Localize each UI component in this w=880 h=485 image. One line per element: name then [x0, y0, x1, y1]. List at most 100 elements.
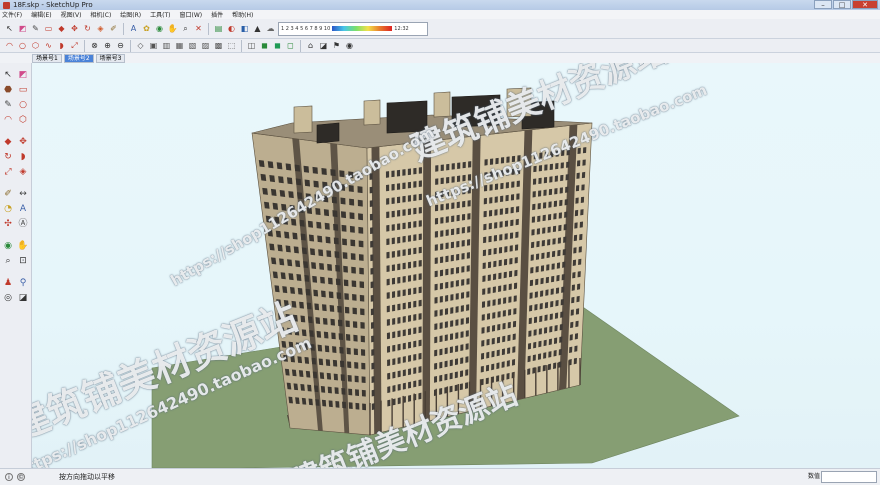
styles-button[interactable]: ◧ — [239, 23, 250, 34]
polygon-button[interactable]: ⬡ — [17, 114, 29, 126]
polygon-button[interactable]: ⬡ — [30, 40, 41, 51]
wireframe-button[interactable]: ⬚ — [226, 40, 237, 51]
dimension-button[interactable]: ↔ — [17, 188, 29, 200]
orbit-button[interactable]: ◉ — [2, 240, 14, 252]
freehand-button[interactable]: ∿ — [43, 40, 54, 51]
subtract-button[interactable]: ⊖ — [115, 40, 126, 51]
front-view-button[interactable]: ▥ — [161, 40, 172, 51]
window — [466, 239, 471, 246]
zoom-button[interactable]: ⌕ — [2, 255, 14, 267]
paint-bucket-button[interactable]: ⬣ — [2, 84, 14, 96]
menu-item[interactable]: 插件 — [211, 10, 223, 19]
follow-me-button[interactable]: ◗ — [17, 151, 29, 163]
shadows-button[interactable]: ▲ — [252, 23, 263, 34]
scene-tab[interactable]: 场景号1 — [32, 53, 62, 63]
textured-button[interactable]: ◼ — [272, 40, 283, 51]
top-view-button[interactable]: ▣ — [148, 40, 159, 51]
position-camera-button[interactable]: ♟ — [2, 277, 14, 289]
rotate-button[interactable]: ↻ — [82, 23, 93, 34]
window — [435, 178, 439, 185]
menu-item[interactable]: 编辑(E) — [31, 10, 51, 19]
zoom-button[interactable]: ⌕ — [180, 23, 191, 34]
iso-view-button[interactable]: ◇ — [135, 40, 146, 51]
window — [335, 401, 340, 408]
walk-button[interactable]: ⚲ — [17, 277, 29, 289]
menu-item[interactable]: 工具(T) — [150, 10, 170, 19]
scale-button[interactable]: ⤢ — [2, 166, 14, 178]
circle-button[interactable]: ○ — [17, 99, 29, 111]
tape-button[interactable]: ✐ — [2, 188, 14, 200]
paint-button[interactable]: ✿ — [141, 23, 152, 34]
orbit-button[interactable]: ◉ — [154, 23, 165, 34]
left-view-button[interactable]: ▨ — [200, 40, 211, 51]
right-view-button[interactable]: ▦ — [174, 40, 185, 51]
protractor-button[interactable]: ◔ — [2, 203, 14, 215]
select-button[interactable]: ↖ — [4, 23, 15, 34]
materials-button[interactable]: ◐ — [226, 23, 237, 34]
scene-tab[interactable]: 场景号2 — [63, 53, 94, 63]
menu-item[interactable]: 相机(C) — [90, 10, 111, 19]
arc-button[interactable]: ◠ — [4, 40, 15, 51]
select-button[interactable]: ↖ — [2, 69, 14, 81]
look-button[interactable]: ◉ — [344, 40, 355, 51]
secondary-toolbar: ◠ ○ ⬡ ∿ ◗ ⤢ ⊗ ⊕ ⊖ ◇ ▣ ▥ ▦ ▧ ▨ ▩ ⬚ ◫ ◼ ◼ ◻ ⌂ ◪ ⚑ ◉ — [0, 39, 880, 53]
xray-button[interactable]: ▩ — [213, 40, 224, 51]
3d-text-button[interactable]: Ⓐ — [17, 218, 29, 230]
arc-button[interactable]: ◠ — [2, 114, 14, 126]
fog-button[interactable]: ☁ — [265, 23, 276, 34]
rotate-button[interactable]: ↻ — [2, 151, 14, 163]
offset-button[interactable]: ◈ — [17, 166, 29, 178]
scale-button[interactable]: ⤢ — [69, 40, 80, 51]
menu-item[interactable]: 绘图(R) — [120, 10, 141, 19]
push-pull-button[interactable]: ◆ — [56, 23, 67, 34]
close-button[interactable]: ✕ — [852, 0, 878, 9]
window — [560, 162, 564, 169]
walk-button[interactable]: ⚑ — [331, 40, 342, 51]
offset-button[interactable]: ◈ — [95, 23, 106, 34]
back-view-button[interactable]: ▧ — [187, 40, 198, 51]
pencil-button[interactable]: ✎ — [30, 23, 41, 34]
window — [344, 306, 350, 314]
scene-tab[interactable]: 场景号3 — [95, 53, 126, 63]
monochrome-button[interactable]: ◻ — [285, 40, 296, 51]
hidden-line-button[interactable]: ◫ — [246, 40, 257, 51]
look-around-button[interactable]: ◎ — [2, 292, 14, 304]
section-plane-button[interactable]: ◪ — [17, 292, 29, 304]
pencil-button[interactable]: ✎ — [2, 99, 14, 111]
follow-me-button[interactable]: ◗ — [56, 40, 67, 51]
intersect-button[interactable]: ⊗ — [89, 40, 100, 51]
window — [482, 249, 487, 257]
measurements-input[interactable] — [821, 471, 877, 483]
shaded-button[interactable]: ◼ — [259, 40, 270, 51]
camera-button[interactable]: ⌂ — [305, 40, 316, 51]
eraser-button[interactable]: ◩ — [17, 23, 28, 34]
tape-button[interactable]: ✐ — [108, 23, 119, 34]
menu-item[interactable]: 文件(F) — [2, 10, 22, 19]
menu-item[interactable]: 帮助(H) — [232, 10, 253, 19]
push-pull-button[interactable]: ◆ — [2, 136, 14, 148]
menu-item[interactable]: 视图(V) — [61, 10, 82, 19]
shadow-time-scale[interactable]: 1 2 3 4 5 6 7 8 9 10 12:32 — [278, 21, 428, 36]
section-button[interactable]: ◪ — [318, 40, 329, 51]
minimize-button[interactable]: – — [814, 0, 832, 9]
rectangle-button[interactable]: ▭ — [43, 23, 54, 34]
text-button[interactable]: A — [128, 23, 139, 34]
move-button[interactable]: ✥ — [17, 136, 29, 148]
pan-button[interactable]: ✋ — [17, 240, 29, 252]
rectangle-button[interactable]: ▭ — [17, 84, 29, 96]
eraser-button[interactable]: ◩ — [17, 69, 29, 81]
component-button[interactable]: ▤ — [213, 23, 224, 34]
union-button[interactable]: ⊕ — [102, 40, 113, 51]
window — [343, 265, 348, 273]
axes-button[interactable]: ✣ — [2, 218, 14, 230]
model-viewport[interactable]: 建筑铺美材资源站 https://shop112642490.taobao.com… — [32, 63, 880, 468]
maximize-button[interactable]: □ — [833, 0, 851, 9]
zoom-extents-button[interactable]: ✕ — [193, 23, 204, 34]
pan-button[interactable]: ✋ — [167, 23, 178, 34]
move-button[interactable]: ✥ — [69, 23, 80, 34]
circle-button[interactable]: ○ — [17, 40, 28, 51]
zoom-window-button[interactable]: ⊡ — [17, 255, 29, 267]
menu-item[interactable]: 窗口(W) — [180, 10, 203, 19]
text-button[interactable]: A — [17, 203, 29, 215]
3d-text-icon: Ⓐ — [18, 218, 28, 229]
